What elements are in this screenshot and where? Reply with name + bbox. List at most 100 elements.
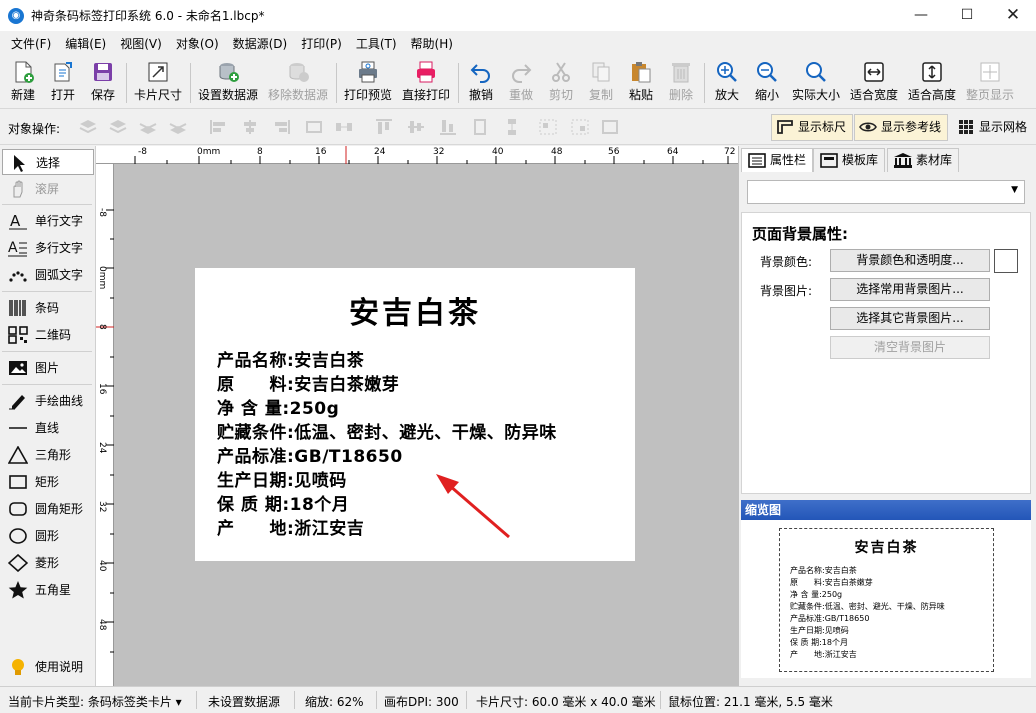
send-backward-icon[interactable]	[138, 118, 158, 136]
color-swatch[interactable]	[994, 249, 1018, 273]
align-middle-icon[interactable]	[406, 118, 426, 136]
copy-button[interactable]: 复制	[584, 60, 618, 106]
align-center-icon[interactable]	[240, 118, 260, 136]
menu-edit[interactable]: 编辑(E)	[58, 31, 113, 57]
align-left-icon[interactable]	[208, 118, 228, 136]
show-grid-toggle[interactable]: 显示网格	[952, 114, 1034, 141]
distribute-h-icon[interactable]	[334, 118, 354, 136]
ruler-label: 0mm	[197, 147, 221, 157]
cut-button[interactable]: 剪切	[544, 60, 578, 106]
database-icon	[219, 63, 239, 82]
print-preview-button[interactable]: 打印预览	[342, 60, 394, 106]
direct-print-button[interactable]: 直接打印	[400, 60, 452, 106]
group-icon[interactable]	[538, 118, 558, 136]
show-ruler-toggle[interactable]: 显示标尺	[771, 114, 854, 141]
property-title: 页面背景属性:	[752, 225, 848, 243]
list-icon	[748, 153, 766, 168]
thumbnail-label: 安吉白茶 产品名称:安吉白茶 原 料:安吉白茶嫩芽 净 含 量:250g 贮藏条…	[779, 528, 994, 672]
tool-rectangle[interactable]: 矩形	[2, 469, 94, 495]
align-top-icon[interactable]	[374, 118, 394, 136]
multiline-text-icon: A	[8, 240, 27, 257]
tab-properties[interactable]: 属性栏	[741, 148, 814, 172]
bring-forward-icon[interactable]	[108, 118, 128, 136]
maximize-button[interactable]: ☐	[944, 0, 990, 31]
tool-star[interactable]: 五角星	[2, 577, 94, 603]
open-button[interactable]: 打开	[46, 60, 80, 106]
bank-icon	[894, 153, 912, 168]
redo-button[interactable]: 重做	[504, 60, 538, 106]
delete-button[interactable]: 删除	[664, 60, 698, 106]
vertical-ruler[interactable]: -8 0mm 8 16 24 32 40 48	[96, 164, 114, 686]
ungroup-icon[interactable]	[570, 118, 590, 136]
tool-circle[interactable]: 圆形	[2, 523, 94, 549]
bg-common-image-button[interactable]: 选择常用背景图片...	[830, 278, 990, 301]
thumbnail-area[interactable]: 安吉白茶 产品名称:安吉白茶 原 料:安吉白茶嫩芽 净 含 量:250g 贮藏条…	[741, 520, 1031, 678]
ruler-label: 16	[97, 383, 107, 395]
menu-object[interactable]: 对象(O)	[169, 31, 226, 57]
status-card-type[interactable]: 当前卡片类型: 条码标签类卡片 ▾	[8, 693, 182, 710]
set-datasource-button[interactable]: 设置数据源	[196, 60, 260, 106]
tool-rounded-rectangle[interactable]: 圆角矩形	[2, 496, 94, 522]
bg-clear-image-button[interactable]: 清空背景图片	[830, 336, 990, 359]
thumbnail-row: 保 质 期:18个月	[790, 638, 848, 647]
status-card-size: 卡片尺寸: 60.0 毫米 x 40.0 毫米	[476, 695, 656, 709]
actual-size-icon	[806, 62, 826, 82]
show-guides-toggle[interactable]: 显示参考线	[854, 114, 949, 141]
distribute-v-icon[interactable]	[502, 118, 522, 136]
close-button[interactable]: ✕	[990, 0, 1036, 31]
horizontal-ruler[interactable]: -8 0mm 8 16 24 32 40 48 56 64 72	[96, 146, 738, 164]
tool-scroll[interactable]: 滚屏	[2, 176, 94, 202]
menu-datasource[interactable]: 数据源(D)	[226, 31, 295, 57]
save-button[interactable]: 保存	[86, 60, 120, 106]
same-height-icon[interactable]	[470, 118, 490, 136]
lock-icon[interactable]	[600, 118, 620, 136]
menu-file[interactable]: 文件(F)	[4, 31, 58, 57]
paste-button[interactable]: 粘贴	[624, 60, 658, 106]
fit-page-button[interactable]: 整页显示	[964, 60, 1016, 106]
undo-button[interactable]: 撤销	[464, 60, 498, 106]
card-size-button[interactable]: 卡片尺寸	[132, 60, 184, 106]
minimize-button[interactable]: —	[898, 0, 944, 31]
tool-multi-line-text[interactable]: A 多行文字	[2, 235, 94, 261]
bg-other-image-button[interactable]: 选择其它背景图片...	[830, 307, 990, 330]
design-canvas[interactable]: 安吉白茶 产品名称:安吉白茶 原 料:安吉白茶嫩芽 净 含 量:250g 贮藏条…	[114, 164, 738, 686]
menu-tools[interactable]: 工具(T)	[349, 31, 404, 57]
save-disk-icon	[94, 63, 112, 81]
bg-color-button[interactable]: 背景颜色和透明度...	[830, 249, 990, 272]
actual-size-button[interactable]: 实际大小	[790, 60, 842, 106]
tool-triangle[interactable]: 三角形	[2, 442, 94, 468]
new-button[interactable]: 新建	[6, 60, 40, 106]
tool-qrcode[interactable]: 二维码	[2, 322, 94, 348]
tool-single-line-text[interactable]: A 单行文字	[2, 208, 94, 234]
tool-image[interactable]: 图片	[2, 355, 94, 381]
fit-width-button[interactable]: 适合宽度	[848, 60, 900, 106]
tool-arc-text[interactable]: 圆弧文字	[2, 262, 94, 288]
same-width-icon[interactable]	[304, 118, 324, 136]
tool-line[interactable]: 直线	[2, 415, 94, 441]
thumbnail-row: 原 料:安吉白茶嫩芽	[790, 578, 873, 587]
align-bottom-icon[interactable]	[438, 118, 458, 136]
send-back-icon[interactable]	[168, 118, 188, 136]
menu-print[interactable]: 打印(P)	[294, 31, 349, 57]
tab-templates[interactable]: 模板库	[813, 148, 886, 172]
bring-front-icon[interactable]	[78, 118, 98, 136]
zoom-in-button[interactable]: 放大	[710, 60, 744, 106]
zoom-out-button[interactable]: 缩小	[750, 60, 784, 106]
scissors-icon	[552, 62, 570, 82]
tool-diamond[interactable]: 菱形	[2, 550, 94, 576]
tool-freehand[interactable]: 手绘曲线	[2, 388, 94, 414]
menu-help[interactable]: 帮助(H)	[404, 31, 460, 57]
remove-datasource-button[interactable]: 移除数据源	[266, 60, 330, 106]
ruler-label: 48	[97, 619, 107, 631]
tool-select[interactable]: 选择	[2, 149, 94, 175]
tool-help[interactable]: 使用说明	[2, 654, 94, 680]
tool-barcode[interactable]: 条码	[2, 295, 94, 321]
pen-icon	[9, 395, 25, 410]
tab-materials[interactable]: 素材库	[887, 148, 960, 172]
object-ops-bar: 对象操作: 显示标尺 显示参考线 显示网格	[0, 110, 1036, 145]
menu-view[interactable]: 视图(V)	[113, 31, 169, 57]
align-right-icon[interactable]	[272, 118, 292, 136]
object-selector[interactable]: ▼	[747, 180, 1025, 204]
property-area: 页面背景属性: 背景颜色: 背景颜色和透明度... 背景图片: 选择常用背景图片…	[741, 212, 1031, 494]
fit-height-button[interactable]: 适合高度	[906, 60, 958, 106]
